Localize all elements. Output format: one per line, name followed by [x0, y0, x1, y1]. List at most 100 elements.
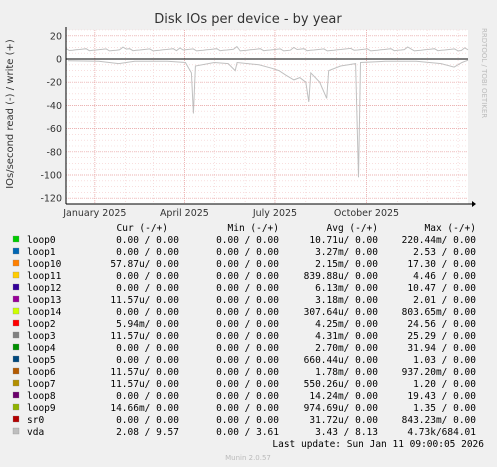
- legend-name-loop6: loop6: [27, 367, 56, 378]
- legend-value-loop5-cur: 0.00 / 0.00: [116, 355, 179, 366]
- legend-value-loop13-max: 2.01 / 0.00: [413, 295, 476, 306]
- legend-value-loop10-avg: 2.15m/ 0.00: [315, 259, 378, 270]
- legend-value-vda-max: 4.73k/684.01: [407, 427, 476, 438]
- legend-value-loop10-max: 17.30 / 0.00: [407, 259, 476, 270]
- legend-swatch-loop8: [12, 391, 20, 399]
- legend-swatch-loop9: [12, 403, 20, 411]
- legend-value-sr0-cur: 0.00 / 0.00: [116, 415, 179, 426]
- legend-name-loop11: loop11: [27, 271, 62, 282]
- rrdtool-credit: RRDTOOL / TOBI OETIKER: [480, 28, 488, 118]
- legend-header-max: Max (-/+): [425, 223, 476, 234]
- legend-value-vda-avg: 3.43 / 8.13: [315, 427, 378, 438]
- legend-swatch-loop2: [12, 319, 20, 327]
- legend-value-loop9-max: 1.35 / 0.00: [413, 403, 476, 414]
- y-tick-label: 0: [56, 55, 62, 66]
- legend-value-loop10-min: 0.00 / 0.00: [216, 259, 279, 270]
- legend-value-loop2-min: 0.00 / 0.00: [216, 319, 279, 330]
- legend-swatch-loop5: [12, 355, 20, 363]
- legend-name-loop7: loop7: [27, 379, 56, 390]
- legend-name-loop12: loop12: [27, 283, 61, 294]
- legend-value-loop13-min: 0.00 / 0.00: [216, 295, 279, 306]
- legend-value-loop5-min: 0.00 / 0.00: [216, 355, 279, 366]
- legend-value-loop12-min: 0.00 / 0.00: [216, 283, 279, 294]
- legend-value-loop5-avg: 660.44u/ 0.00: [304, 355, 379, 366]
- legend-value-loop6-cur: 11.57u/ 0.00: [110, 367, 179, 378]
- legend-value-loop4-max: 31.94 / 0.00: [407, 343, 476, 354]
- legend-value-loop12-max: 10.47 / 0.00: [407, 283, 476, 294]
- chart-title: Disk IOs per device - by year: [154, 12, 342, 27]
- legend-value-loop13-cur: 11.57u/ 0.00: [110, 295, 179, 306]
- y-tick-label: -60: [46, 124, 62, 135]
- legend-value-loop2-cur: 5.94m/ 0.00: [116, 319, 179, 330]
- legend-value-loop7-min: 0.00 / 0.00: [216, 379, 279, 390]
- legend-name-loop14: loop14: [27, 307, 62, 318]
- legend-value-vda-cur: 2.08 / 9.57: [116, 427, 179, 438]
- legend-value-loop11-max: 4.46 / 0.00: [413, 271, 476, 282]
- legend-value-loop3-cur: 11.57u/ 0.00: [110, 331, 179, 342]
- legend-name-loop4: loop4: [27, 343, 56, 354]
- legend-value-vda-min: 0.00 / 3.61: [216, 427, 279, 438]
- legend-value-loop0-min: 0.00 / 0.00: [216, 235, 279, 246]
- legend-swatch-loop14: [12, 307, 20, 315]
- legend-value-loop11-avg: 839.88u/ 0.00: [304, 271, 379, 282]
- legend-name-loop2: loop2: [27, 319, 56, 330]
- legend-value-loop2-avg: 4.25m/ 0.00: [315, 319, 378, 330]
- legend-name-sr0: sr0: [27, 415, 44, 426]
- legend-value-loop7-cur: 11.57u/ 0.00: [110, 379, 179, 390]
- x-tick-label: July 2025: [252, 208, 297, 219]
- legend-name-loop9: loop9: [27, 403, 56, 414]
- legend-value-loop14-min: 0.00 / 0.00: [216, 307, 279, 318]
- legend-value-loop3-avg: 4.31m/ 0.00: [315, 331, 378, 342]
- legend-value-loop9-min: 0.00 / 0.00: [216, 403, 279, 414]
- legend-value-loop12-cur: 0.00 / 0.00: [116, 283, 179, 294]
- legend-value-loop6-avg: 1.78m/ 0.00: [315, 367, 378, 378]
- legend-value-loop8-max: 19.43 / 0.00: [407, 391, 476, 402]
- legend-name-loop13: loop13: [27, 295, 61, 306]
- legend-value-loop5-max: 1.03 / 0.00: [413, 355, 476, 366]
- legend-name-loop1: loop1: [27, 247, 56, 258]
- legend-swatch-loop0: [12, 235, 20, 243]
- legend-value-loop14-max: 803.65m/ 0.00: [402, 307, 477, 318]
- last-update: Last update: Sun Jan 11 09:00:05 2026: [272, 439, 484, 450]
- legend-swatch-vda: [12, 427, 20, 435]
- legend-value-loop11-min: 0.00 / 0.00: [216, 271, 279, 282]
- legend-value-loop4-avg: 2.70m/ 0.00: [315, 343, 378, 354]
- legend-swatch-loop6: [12, 367, 20, 375]
- legend-value-loop0-max: 220.44m/ 0.00: [402, 235, 477, 246]
- legend-value-loop8-cur: 0.00 / 0.00: [116, 391, 179, 402]
- y-tick-label: -40: [46, 101, 62, 112]
- legend-value-loop2-max: 24.56 / 0.00: [407, 319, 476, 330]
- legend-value-loop6-min: 0.00 / 0.00: [216, 367, 279, 378]
- legend-header-min: Min (-/+): [228, 223, 279, 234]
- legend-swatch-loop4: [12, 343, 20, 351]
- legend-name-loop3: loop3: [27, 331, 56, 342]
- legend-name-loop10: loop10: [27, 259, 62, 270]
- legend-swatch-loop3: [12, 331, 20, 339]
- legend-header-cur: Cur (-/+): [117, 223, 168, 234]
- legend-value-loop1-avg: 3.27m/ 0.00: [315, 247, 378, 258]
- legend-name-vda: vda: [27, 427, 44, 438]
- legend-swatch-sr0: [12, 415, 20, 423]
- x-tick-label: January 2025: [62, 208, 126, 219]
- y-axis-label: IOs/second read (-) / write (+): [5, 39, 16, 189]
- disk-io-chart: 20 0 -20 -40 -60 -80 -100 -120January 2025 April…: [0, 0, 497, 467]
- legend-value-loop3-max: 25.29 / 0.00: [407, 331, 476, 342]
- legend-name-loop5: loop5: [27, 355, 56, 366]
- legend-value-loop0-cur: 0.00 / 0.00: [116, 235, 179, 246]
- legend-swatch-loop10: [12, 259, 20, 267]
- legend-value-loop8-avg: 14.24m/ 0.00: [309, 391, 378, 402]
- legend-swatch-loop1: [12, 247, 20, 255]
- y-tick-label: -80: [46, 147, 62, 158]
- legend-name-loop0: loop0: [27, 235, 56, 246]
- y-tick-label: -100: [40, 171, 62, 182]
- legend-value-loop1-min: 0.00 / 0.00: [216, 247, 279, 258]
- legend-value-loop12-avg: 6.13m/ 0.00: [315, 283, 378, 294]
- legend-value-loop6-max: 937.20m/ 0.00: [402, 367, 477, 378]
- y-tick-label: -120: [40, 194, 62, 205]
- legend-swatch-loop12: [12, 283, 20, 291]
- legend-name-loop8: loop8: [27, 391, 56, 402]
- legend-value-loop14-avg: 307.64u/ 0.00: [304, 307, 379, 318]
- x-tick-label: April 2025: [160, 208, 209, 219]
- legend-value-loop10-cur: 57.87u/ 0.00: [110, 259, 179, 270]
- legend-value-loop13-avg: 3.18m/ 0.00: [315, 295, 378, 306]
